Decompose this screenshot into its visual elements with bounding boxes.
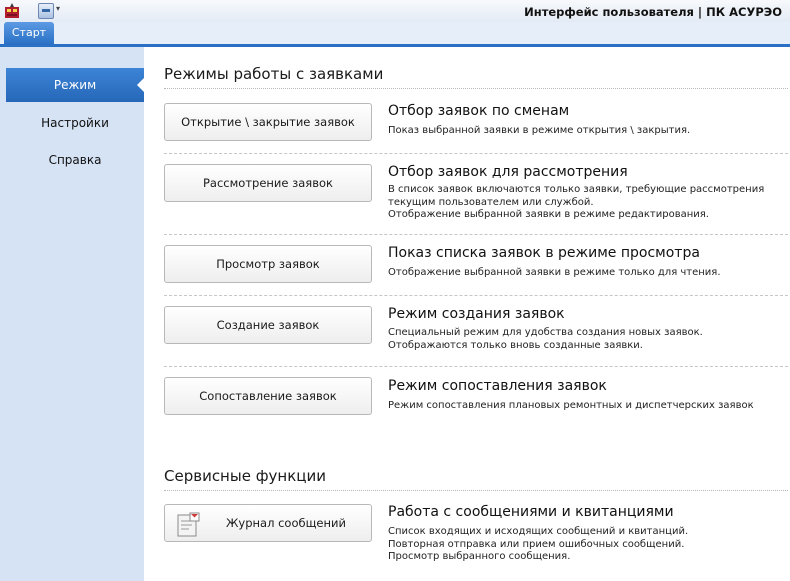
sidebar-item-mode[interactable]: Режим	[6, 68, 145, 102]
tab-start[interactable]: Старт	[4, 22, 54, 44]
sidebar-item-help[interactable]: Справка	[6, 143, 144, 177]
quick-access-dropdown-icon[interactable]: ▾	[56, 4, 60, 13]
section-divider	[164, 490, 788, 491]
item-description: Отображение выбранной заявки в режиме то…	[388, 267, 721, 278]
match-requests-button[interactable]: Сопоставление заявок	[164, 377, 372, 415]
item-divider	[164, 234, 788, 235]
section-title-modes: Режимы работы с заявками	[164, 65, 384, 83]
open-close-requests-button[interactable]: Открытие \ закрытие заявок	[164, 103, 372, 141]
section-title-service: Сервисные функции	[164, 467, 326, 485]
create-requests-button[interactable]: Создание заявок	[164, 306, 372, 344]
item-description: Режим сопоставления плановых ремонтных и…	[388, 400, 754, 411]
item-title: Отбор заявок для рассмотрения	[388, 164, 628, 180]
view-requests-button[interactable]: Просмотр заявок	[164, 245, 372, 283]
app-logo-icon[interactable]	[4, 3, 20, 19]
item-title: Показ списка заявок в режиме просмотра	[388, 245, 700, 261]
title-bar: ▾ Интерфейс пользователя | ПК АСУРЭО	[0, 0, 790, 23]
item-title: Режим сопоставления заявок	[388, 378, 607, 394]
review-requests-button[interactable]: Рассмотрение заявок	[164, 164, 372, 202]
item-description: Показ выбранной заявки в режиме открытия…	[388, 125, 691, 136]
message-log-button[interactable]: Журнал сообщений	[164, 504, 372, 542]
item-description: Список входящих и исходящих сообщений и …	[388, 526, 689, 562]
item-title: Отбор заявок по сменам	[388, 103, 570, 119]
item-divider	[164, 295, 788, 296]
message-log-icon	[177, 512, 200, 537]
ribbon-tab-strip: Старт	[0, 22, 790, 47]
main-panel: Режимы работы с заявками Открытие \ закр…	[144, 47, 790, 581]
sidebar-item-settings[interactable]: Настройки	[6, 106, 144, 140]
section-divider	[164, 88, 788, 89]
item-title: Работа с сообщениями и квитанциями	[388, 504, 674, 520]
quick-access-button[interactable]	[38, 3, 54, 19]
message-log-label: Журнал сообщений	[226, 516, 346, 530]
item-divider	[164, 153, 788, 154]
item-divider	[164, 366, 788, 367]
window-title: Интерфейс пользователя | ПК АСУРЭО	[524, 5, 782, 19]
sidebar: Режим Настройки Справка	[0, 47, 145, 581]
item-description: В список заявок включаются только заявки…	[388, 184, 765, 220]
item-title: Режим создания заявок	[388, 306, 565, 322]
item-description: Специальный режим для удобства создания …	[388, 327, 703, 351]
